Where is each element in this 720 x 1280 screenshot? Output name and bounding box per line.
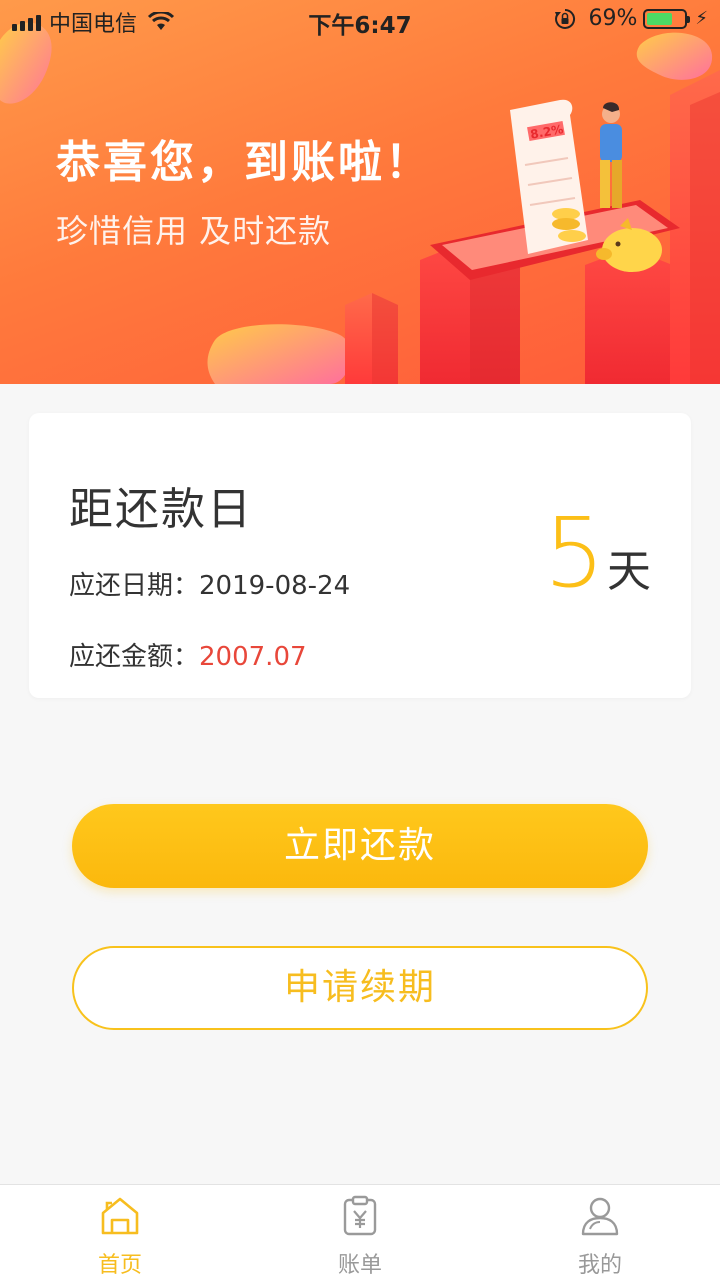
apply-extension-button[interactable]: 申请续期 <box>72 946 648 1030</box>
bottom-tab-bar: 首页 账单 我的 <box>0 1184 720 1280</box>
battery-fill <box>647 12 673 25</box>
amount-value: 2007.07 <box>199 642 307 672</box>
card-title: 距还款日 <box>69 484 253 535</box>
due-date-value: 2019-08-24 <box>199 571 351 601</box>
hero-banner: 8.2% 中国电信 下午6:47 69% ⚡ 恭喜您，到账啦！ 珍惜信用 及时还… <box>0 0 720 384</box>
status-bar: 中国电信 下午6:47 69% ⚡ <box>0 0 720 40</box>
due-date-row: 应还日期： 2019-08-24 <box>69 565 350 602</box>
amount-row: 应还金额： 2007.07 <box>69 636 307 673</box>
repayment-countdown-card: 距还款日 应还日期： 2019-08-24 应还金额： 2007.07 5 天 <box>29 413 691 698</box>
home-icon <box>101 1197 139 1235</box>
tab-profile[interactable]: 我的 <box>480 1185 720 1280</box>
hero-illustration: 8.2% <box>0 22 720 384</box>
tab-home[interactable]: 首页 <box>0 1185 240 1280</box>
due-date-label: 应还日期： <box>69 571 200 601</box>
days-remaining: 5 天 <box>544 505 651 601</box>
rotation-lock-icon <box>555 8 576 29</box>
tab-bill-label: 账单 <box>337 1253 382 1278</box>
amount-label: 应还金额： <box>69 642 200 672</box>
days-number: 5 <box>543 497 605 609</box>
tab-bill[interactable]: 账单 <box>240 1185 480 1280</box>
tab-home-label: 首页 <box>97 1253 142 1278</box>
battery-percent: 69% <box>588 6 638 31</box>
status-right: 69% ⚡ <box>554 6 708 31</box>
hero-title: 恭喜您，到账啦！ <box>56 137 432 188</box>
tab-profile-label: 我的 <box>577 1253 622 1278</box>
battery-icon <box>643 8 691 29</box>
days-unit: 天 <box>607 546 651 597</box>
profile-icon <box>581 1197 619 1236</box>
hero-subtitle: 珍惜信用 及时还款 <box>56 212 332 250</box>
repay-now-button[interactable]: 立即还款 <box>72 804 648 888</box>
charging-bolt-icon: ⚡ <box>695 8 708 29</box>
bill-icon <box>343 1195 377 1236</box>
